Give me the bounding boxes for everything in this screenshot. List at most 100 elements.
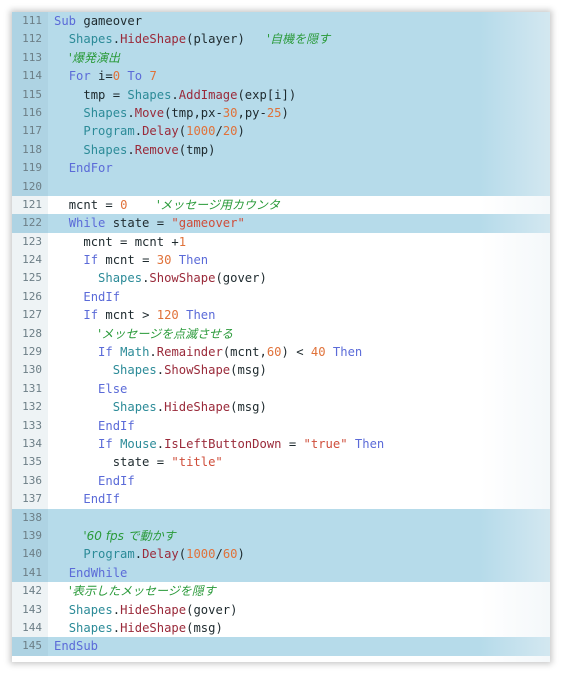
object-token: Shapes: [83, 105, 128, 120]
line-number: 117: [12, 122, 48, 141]
object-token: Math: [120, 345, 150, 360]
keyword-token: Else: [98, 381, 128, 396]
code-token: .: [149, 345, 157, 360]
code-text: EndWhile: [48, 564, 128, 582]
code-lines: 111 Sub gameover 112 Shapes.HideShape(play…: [12, 12, 550, 656]
number-token: 60: [266, 345, 282, 360]
code-text: EndIf: [48, 417, 135, 435]
code-line: 119 EndFor: [12, 159, 550, 178]
line-number: 133: [12, 416, 48, 435]
method-token: ShowShape: [149, 271, 216, 286]
method-token: HideShape: [120, 32, 187, 47]
code-token: .: [127, 142, 135, 157]
code-token: (msg): [186, 620, 223, 635]
code-line: 142 '表示したメッセージを隠す: [12, 582, 550, 601]
code-token: .: [127, 105, 135, 120]
line-number: 144: [12, 618, 48, 638]
keyword-token: Sub: [54, 14, 77, 28]
keyword-token: EndSub: [54, 639, 99, 654]
code-text: Shapes.ShowShape(msg): [48, 361, 267, 379]
line-number: 116: [12, 103, 48, 123]
keyword-token: EndIf: [83, 492, 121, 507]
line-number: 111: [12, 12, 48, 31]
method-token: IsLeftButtonDown: [164, 436, 282, 451]
line-number: 122: [12, 214, 48, 233]
string-token: "title": [171, 455, 223, 470]
comment-token: 'メッセージ用カウンタ: [156, 197, 280, 212]
line-number: 143: [12, 600, 48, 619]
keyword-token: Then: [354, 436, 385, 451]
code-token: (: [178, 124, 187, 139]
code-token: (tmp,px-: [164, 105, 223, 120]
line-number: 113: [12, 48, 48, 68]
object-token: Shapes: [112, 363, 157, 378]
comment-token: 'メッセージを点滅させる: [98, 326, 234, 341]
code-text: '表示したメッセージを隠す: [48, 582, 216, 600]
keyword-token: EndWhile: [68, 565, 128, 580]
code-text: For i=0 To 7: [48, 67, 157, 85]
code-token: state =: [112, 455, 172, 470]
code-token: mcnt =: [98, 253, 157, 268]
line-number: 127: [12, 306, 48, 325]
line-number: 120: [12, 177, 48, 196]
code-line: 134 If Mouse.IsLeftButtonDown = "true" T…: [12, 434, 550, 454]
code-text: mcnt = 0 'メッセージ用カウンタ: [48, 196, 280, 214]
code-token: ): [281, 105, 289, 120]
code-line: 121 mcnt = 0 'メッセージ用カウンタ: [12, 195, 550, 215]
number-token: 40: [310, 345, 326, 360]
code-token: ) <: [281, 345, 311, 360]
code-line: 130 Shapes.ShowShape(msg): [12, 361, 550, 380]
code-token: .: [134, 547, 143, 562]
code-text: If mcnt = 30 Then: [48, 251, 208, 269]
code-line: 123 mcnt = mcnt +1: [12, 232, 550, 252]
code-token: state =: [105, 216, 172, 231]
code-token: i=: [90, 69, 113, 84]
keyword-token: If: [98, 436, 113, 451]
number-token: 0: [112, 69, 121, 84]
object-token: Shapes: [68, 602, 113, 617]
number-token: 20: [222, 124, 238, 139]
code-token: (exp[i]): [237, 87, 297, 102]
code-line: 127 If mcnt > 120 Then: [12, 306, 550, 325]
code-token: gameover: [76, 14, 143, 28]
code-line: 120: [12, 177, 550, 196]
code-line: 117 Program.Delay(1000/20): [12, 122, 550, 141]
line-number: 134: [12, 434, 48, 454]
code-token: mcnt =: [68, 197, 121, 212]
line-number: 130: [12, 361, 48, 380]
code-text: While state = "gameover": [48, 214, 245, 232]
method-token: HideShape: [120, 602, 187, 617]
line-number: 135: [12, 453, 48, 472]
code-line: 132 Shapes.HideShape(msg): [12, 398, 550, 417]
code-token: .: [112, 620, 121, 635]
code-text: Shapes.ShowShape(gover): [48, 269, 267, 287]
code-text: Else: [48, 380, 127, 398]
line-number: 115: [12, 85, 48, 104]
object-token: Program: [83, 547, 135, 562]
method-token: Remove: [134, 142, 179, 157]
method-token: HideShape: [120, 620, 187, 635]
code-line: 124 If mcnt = 30 Then: [12, 251, 550, 270]
number-token: 30: [156, 253, 172, 268]
code-line: 140 Program.Delay(1000/60): [12, 545, 550, 564]
code-listing: 111 Sub gameover 112 Shapes.HideShape(play…: [12, 12, 550, 662]
code-token: ): [237, 547, 245, 562]
keyword-token: EndIf: [98, 473, 135, 488]
keyword-token: Then: [332, 345, 363, 360]
code-token: (gover): [215, 271, 267, 286]
